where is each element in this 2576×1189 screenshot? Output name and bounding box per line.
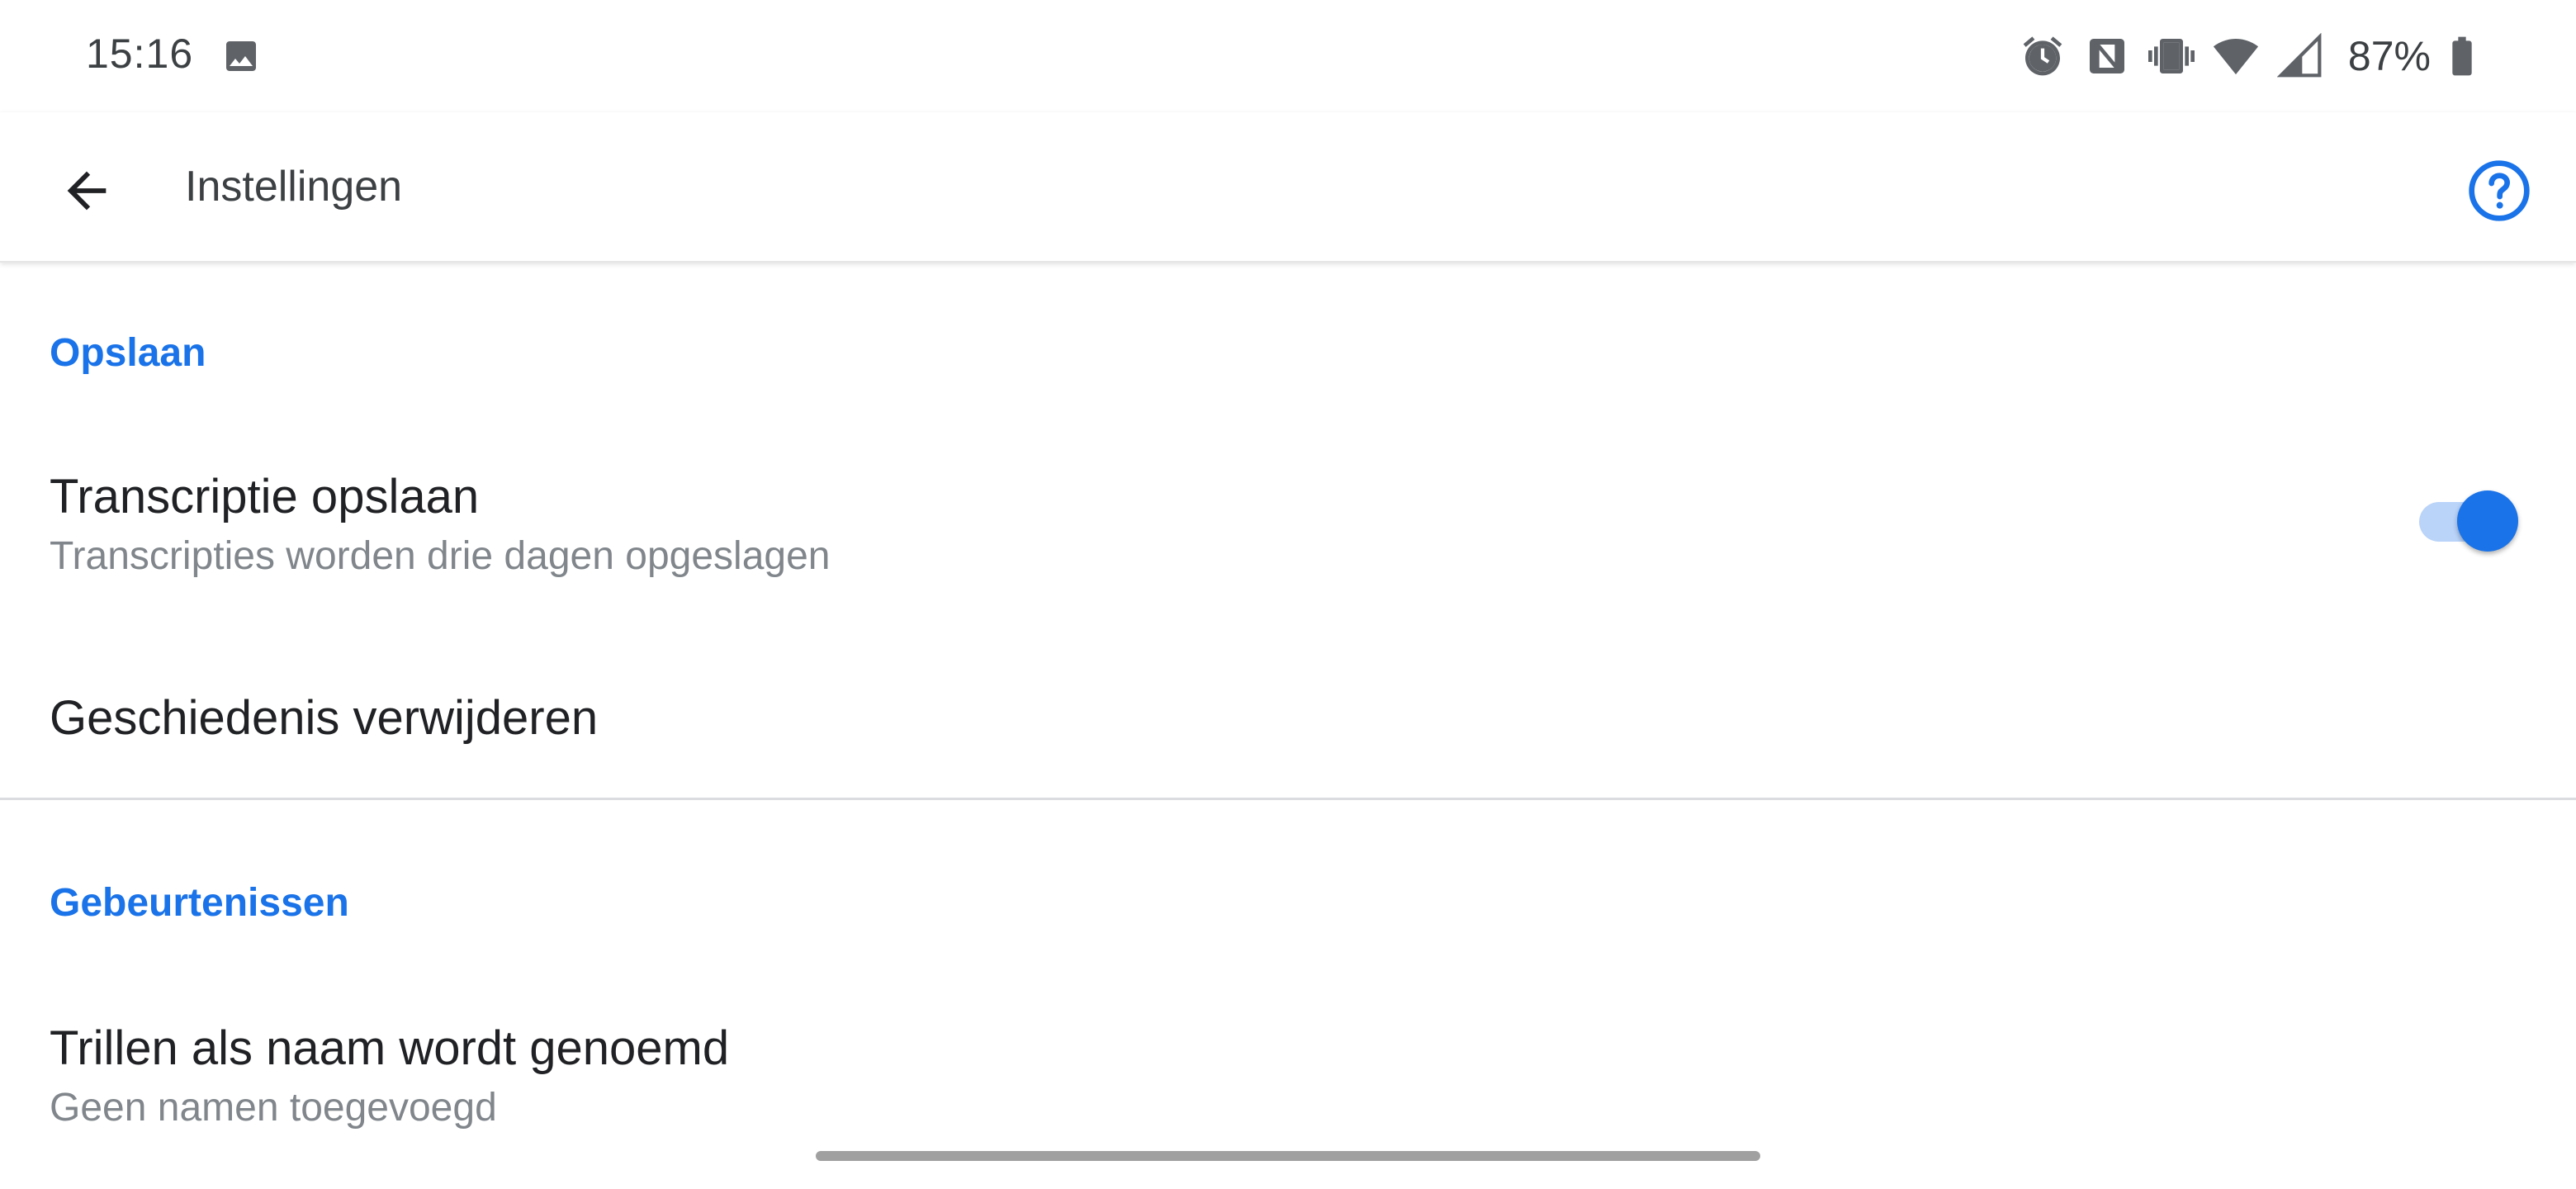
setting-geschiedenis-verwijderen[interactable]: Geschiedenis verwijderen [0,667,2576,783]
section-divider [0,798,2576,800]
section-header-gebeurtenissen: Gebeurtenissen [50,881,349,925]
vibrate-icon [2147,39,2195,73]
help-icon [2469,160,2530,221]
gesture-nav-handle[interactable] [816,1151,1760,1161]
alarm-icon [2023,36,2062,76]
status-icons: 87% [2020,30,2485,83]
back-arrow-icon [67,171,107,211]
section-header-opslaan: Opslaan [50,331,206,375]
nfc-icon [2089,39,2124,73]
transcriptie-opslaan-toggle[interactable] [2416,482,2518,552]
setting-title: Geschiedenis verwijderen [50,691,599,745]
gallery-icon [226,41,256,71]
wifi-icon [2213,39,2258,75]
toggle-thumb [2457,490,2518,552]
settings-screen: 15:16 87% Instellingen Opslaan Transcrip… [0,0,2576,1189]
status-bar: 15:16 87% [0,0,2576,112]
signal-icon [2276,33,2322,78]
page-title: Instellingen [185,163,403,211]
settings-list: Opslaan Transcriptie opslaan Transcripti… [0,263,2576,1189]
setting-subtitle: Transcripties worden drie dagen opgeslag… [50,534,831,578]
setting-subtitle: Geen namen toegevoegd [50,1086,497,1130]
setting-transcriptie-opslaan[interactable]: Transcriptie opslaan Transcripties worde… [0,452,2576,601]
battery-percent: 87% [2347,33,2431,79]
help-button[interactable] [2462,154,2536,228]
setting-trillen-naam-genoemd[interactable]: Trillen als naam wordt genoemd Geen name… [0,1002,2576,1151]
app-bar: Instellingen [0,112,2576,263]
battery-icon [2452,36,2472,76]
back-button[interactable] [50,154,124,228]
setting-title: Transcriptie opslaan [50,470,480,523]
setting-title: Trillen als naam wordt genoemd [50,1021,730,1075]
status-time: 15:16 [86,31,194,77]
